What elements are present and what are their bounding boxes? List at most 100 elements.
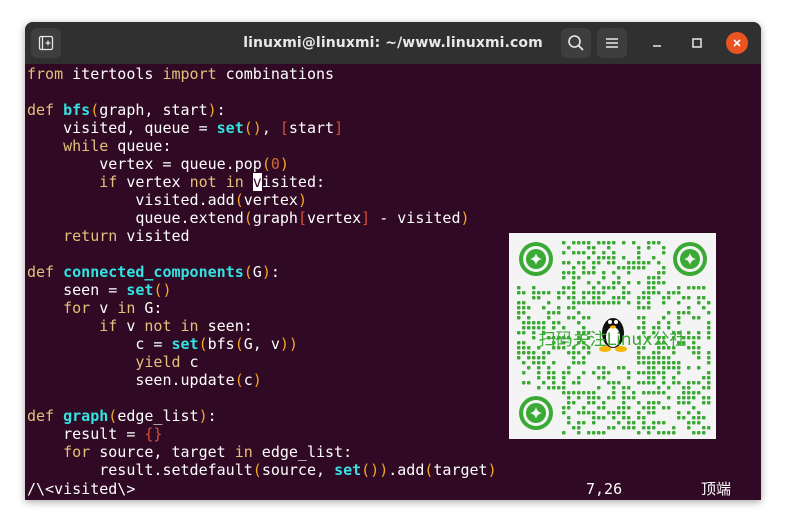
qr-module: [612, 261, 616, 265]
menu-button[interactable]: [597, 28, 627, 58]
qr-module: [622, 256, 626, 260]
code-token: queue.extend: [27, 209, 244, 227]
qr-module: [567, 316, 571, 320]
code-token: (: [243, 209, 253, 227]
code-token: ): [198, 407, 208, 425]
qr-module: [622, 366, 626, 370]
qr-module: [577, 431, 581, 435]
minimize-icon: [653, 45, 661, 47]
qr-module: [577, 361, 581, 365]
qr-module: [542, 381, 546, 385]
qr-module: [607, 261, 611, 265]
code-token: seen =: [27, 281, 127, 299]
code-token: (: [252, 461, 262, 479]
code-token: itertools: [63, 65, 163, 83]
qr-module: [592, 416, 596, 420]
maximize-button[interactable]: [682, 28, 712, 58]
qr-module: [527, 351, 531, 355]
qr-module: [577, 311, 581, 315]
close-button[interactable]: [722, 28, 752, 58]
qr-module: [637, 261, 641, 265]
qr-module: [532, 356, 536, 360]
qr-module: [562, 376, 566, 380]
qr-module: [647, 411, 651, 415]
qr-module: [582, 251, 586, 255]
qr-module: [702, 426, 706, 430]
qr-module: [592, 291, 596, 295]
code-token: edge_list: [117, 407, 199, 425]
qr-module: [537, 356, 541, 360]
qr-module: [602, 416, 606, 420]
qr-module: [562, 411, 566, 415]
code-line: while queue:: [27, 137, 172, 155]
qr-module: [642, 321, 646, 325]
qr-module: [547, 386, 551, 390]
qr-module: [662, 246, 666, 250]
qr-module: [687, 311, 691, 315]
qr-module: [652, 391, 656, 395]
minimize-button[interactable]: [642, 28, 672, 58]
qr-module: [687, 296, 691, 300]
qr-module: [577, 321, 581, 325]
qr-module: [602, 276, 606, 280]
qr-module: [582, 421, 586, 425]
search-button[interactable]: [561, 28, 591, 58]
qr-module: [567, 296, 571, 300]
qr-module: [702, 296, 706, 300]
qr-module: [647, 296, 651, 300]
qr-module: [672, 426, 676, 430]
qr-module: [632, 426, 636, 430]
qr-module: [652, 421, 656, 425]
qr-module: [662, 366, 666, 370]
qr-module: [517, 351, 521, 355]
qr-module: [577, 251, 581, 255]
qr-module: [687, 381, 691, 385]
qr-module: [587, 396, 591, 400]
code-token: if: [99, 173, 118, 191]
code-line: def connected_components(G):: [27, 263, 280, 281]
qr-module: [622, 386, 626, 390]
qr-module: [567, 391, 571, 395]
qr-module: [657, 371, 661, 375]
code-line: return visited: [27, 227, 189, 245]
qr-module: [652, 366, 656, 370]
code-line: if vertex not in visited:: [27, 173, 325, 191]
code-line: vertex = queue.pop(0): [27, 155, 289, 173]
code-token: .add: [388, 461, 425, 479]
qr-module: [522, 321, 526, 325]
code-token: ): [252, 371, 262, 389]
qr-module: [677, 381, 681, 385]
qr-module: [542, 306, 546, 310]
qr-module: [687, 411, 691, 415]
qr-module: [647, 426, 651, 430]
qr-module: [702, 286, 706, 290]
qr-module: [702, 386, 706, 390]
qr-module: [627, 406, 631, 410]
qr-module: [647, 381, 651, 385]
code-token: queue:: [108, 137, 172, 155]
qr-module: [612, 301, 616, 305]
qr-module: [637, 411, 641, 415]
qr-module: [657, 261, 661, 265]
qr-module: [527, 316, 531, 320]
qr-module: [612, 286, 616, 290]
qr-module: [547, 371, 551, 375]
qr-module: [577, 381, 581, 385]
qr-module: [637, 361, 641, 365]
qr-module: [627, 416, 631, 420]
qr-module: [687, 401, 691, 405]
qr-module: [637, 281, 641, 285]
code-line: visited, queue = set(), [start]: [27, 119, 343, 137]
qr-module: [657, 431, 661, 435]
qr-code-overlay: 扫码关注Linux公社: [509, 233, 716, 439]
qr-module: [707, 361, 711, 365]
qr-module: [642, 291, 646, 295]
code-token: combinations: [216, 65, 335, 83]
qr-module: [567, 351, 571, 355]
qr-module: [627, 371, 631, 375]
qr-module: [637, 356, 641, 360]
code-line: seen = set(): [27, 281, 171, 299]
qr-module: [627, 386, 631, 390]
